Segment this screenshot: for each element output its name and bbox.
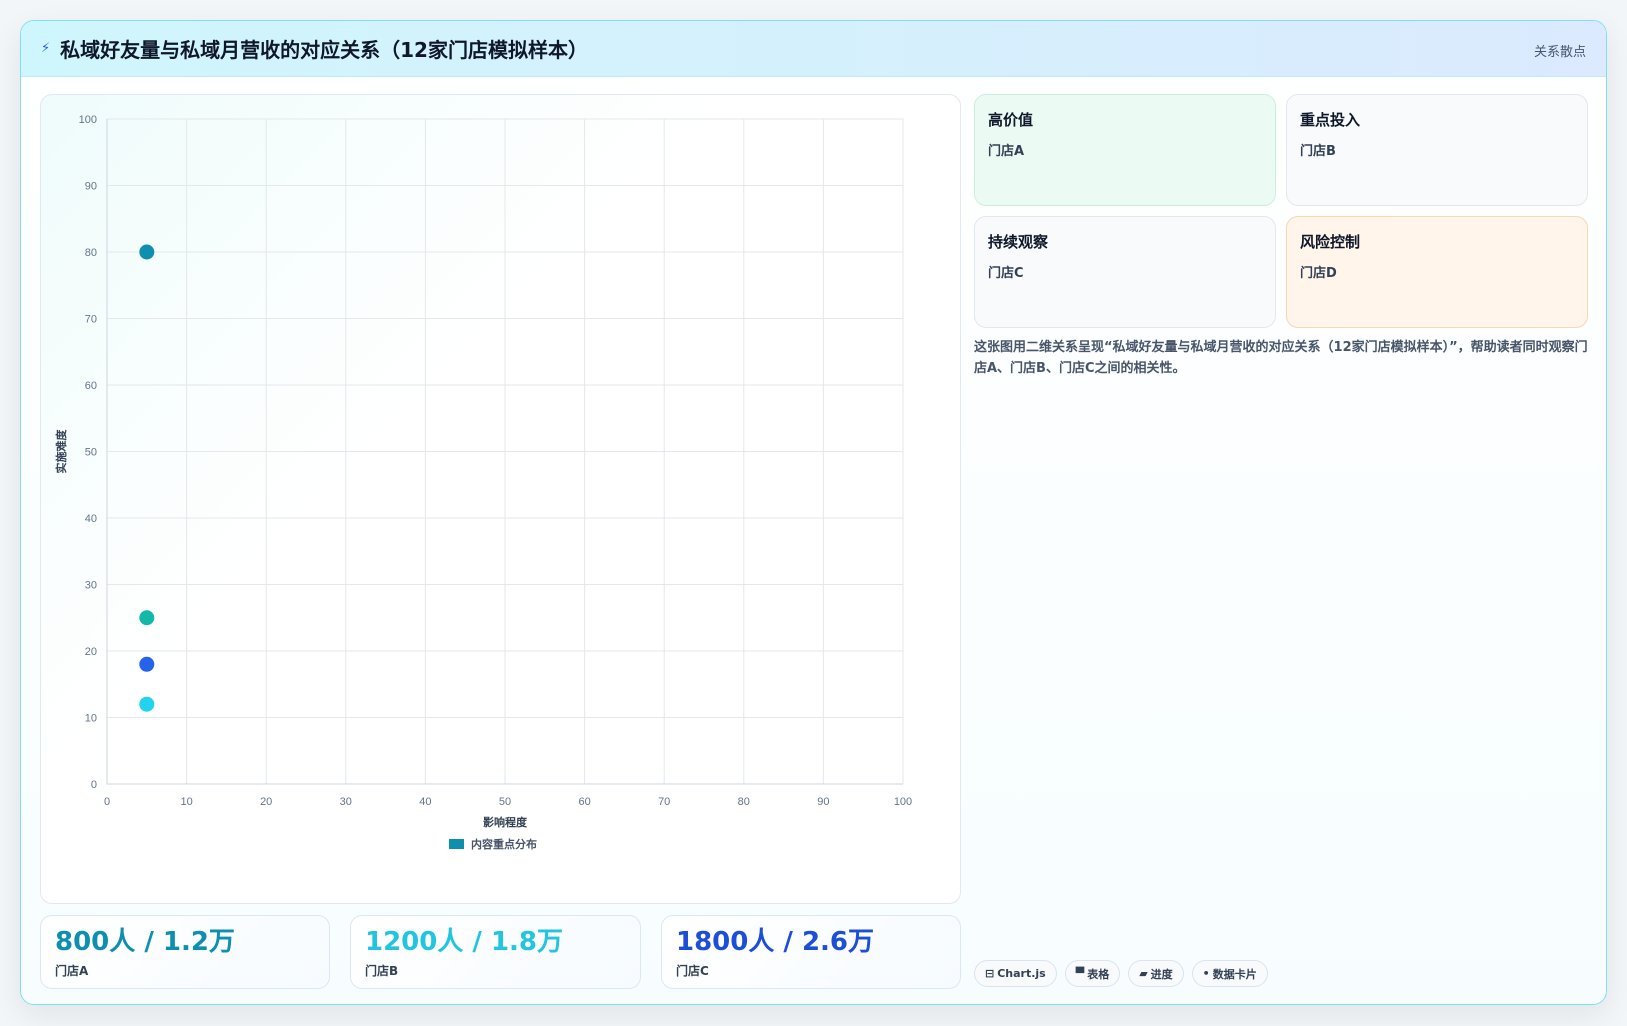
quadrant-name: 重点投入 <box>1300 111 1361 129</box>
lightning-icon: ⚡ <box>41 41 51 56</box>
quadrant-card-risk-control: 风险控制 门店D <box>1286 216 1588 328</box>
stat-label: 门店A <box>55 964 89 978</box>
x-tick-label: 20 <box>260 796 272 808</box>
x-tick-label: 60 <box>578 796 590 808</box>
quadrant-name: 持续观察 <box>988 233 1049 251</box>
stat-label: 门店B <box>365 964 399 978</box>
chip-label: 数据卡片 <box>1212 967 1257 981</box>
quadrant-store: 门店A <box>988 144 1025 159</box>
x-tick-label: 90 <box>817 796 829 808</box>
chart-card: 0 10 20 30 40 50 60 70 80 90 100 0 10 20 30 40 50 60 70 80 9… <box>40 94 961 904</box>
x-tick-label: 50 <box>499 796 511 808</box>
scatter-chart: 0 10 20 30 40 50 60 70 80 90 100 0 10 20 30 40 50 60 70 80 9… <box>54 114 912 851</box>
tech-chips: ⊟ Chart.js ▀ 表格 ▰ 进度 • 数据卡片 <box>974 960 1268 987</box>
scatter-point <box>139 656 155 672</box>
quadrant-store: 门店C <box>988 266 1024 281</box>
quadrant-name: 风险控制 <box>1300 233 1361 251</box>
chart-type-tag: 关系散点 <box>1533 45 1586 60</box>
scatter-point <box>139 244 155 260</box>
quadrant-store: 门店B <box>1300 144 1336 159</box>
quadrant-card-high-value: 高价值 门店A <box>974 94 1276 206</box>
progress-icon: ▰ <box>1139 967 1148 980</box>
x-axis-title: 影响程度 <box>483 815 528 829</box>
stat-value: 1200人 / 1.8万 <box>365 927 564 957</box>
chip-label: Chart.js <box>997 967 1046 980</box>
stat-card-a: 800人 / 1.2万 门店A <box>40 915 330 989</box>
chip-table[interactable]: ▀ 表格 <box>1064 960 1121 987</box>
stat-value: 800人 / 1.2万 <box>55 927 235 957</box>
y-tick-label: 30 <box>85 580 97 592</box>
y-tick-label: 100 <box>79 114 97 126</box>
x-tick-label: 40 <box>419 796 431 808</box>
quadrant-card-key-investment: 重点投入 门店B <box>1286 94 1588 206</box>
legend-swatch <box>449 839 464 849</box>
y-tick-label: 50 <box>85 447 97 459</box>
dashboard-panel: ⚡ 私域好友量与私域月营收的对应关系（12家门店模拟样本） 关系散点 0 10 20… <box>20 20 1607 1005</box>
x-tick-label: 100 <box>894 796 912 808</box>
table-icon: ▀ <box>1075 967 1085 980</box>
scatter-point <box>139 610 155 626</box>
chip-chartjs[interactable]: ⊟ Chart.js <box>974 960 1057 987</box>
stat-label: 门店C <box>676 964 709 978</box>
page-title: 私域好友量与私域月营收的对应关系（12家门店模拟样本） <box>60 38 588 62</box>
y-tick-label: 60 <box>85 380 97 392</box>
quadrant-name: 高价值 <box>988 111 1034 129</box>
y-tick-label: 70 <box>85 314 97 326</box>
y-tick-label: 10 <box>85 713 97 725</box>
y-tick-label: 0 <box>91 779 97 791</box>
chip-progress[interactable]: ▰ 进度 <box>1128 960 1184 987</box>
chart-icon: ⊟ <box>985 967 995 980</box>
y-tick-label: 20 <box>85 646 97 658</box>
x-tick-label: 70 <box>658 796 670 808</box>
stat-card-c: 1800人 / 2.6万 门店C <box>661 915 961 989</box>
scatter-point <box>139 696 155 712</box>
chip-label: 进度 <box>1150 967 1173 981</box>
x-tick-label: 10 <box>180 796 192 808</box>
y-tick-label: 80 <box>85 247 97 259</box>
quadrant-store: 门店D <box>1300 266 1337 281</box>
header: ⚡ 私域好友量与私域月营收的对应关系（12家门店模拟样本） 关系散点 <box>21 21 1606 77</box>
y-tick-label: 40 <box>85 513 97 525</box>
stat-value: 1800人 / 2.6万 <box>676 927 875 957</box>
x-tick-label: 0 <box>104 796 110 808</box>
chip-data-card[interactable]: • 数据卡片 <box>1191 960 1268 987</box>
chart-description: 这张图用二维关系呈现“私域好友量与私域月营收的对应关系（12家门店模拟样本）”，… <box>974 340 1588 376</box>
y-tick-label: 90 <box>85 181 97 193</box>
quadrant-card-observe: 持续观察 门店C <box>974 216 1276 328</box>
card-icon: • <box>1202 967 1210 980</box>
x-tick-label: 30 <box>340 796 352 808</box>
stat-card-b: 1200人 / 1.8万 门店B <box>350 915 641 989</box>
y-axis-title: 实施难度 <box>54 429 68 474</box>
legend-label: 内容重点分布 <box>471 837 537 851</box>
x-tick-label: 80 <box>738 796 750 808</box>
chip-label: 表格 <box>1087 967 1110 981</box>
